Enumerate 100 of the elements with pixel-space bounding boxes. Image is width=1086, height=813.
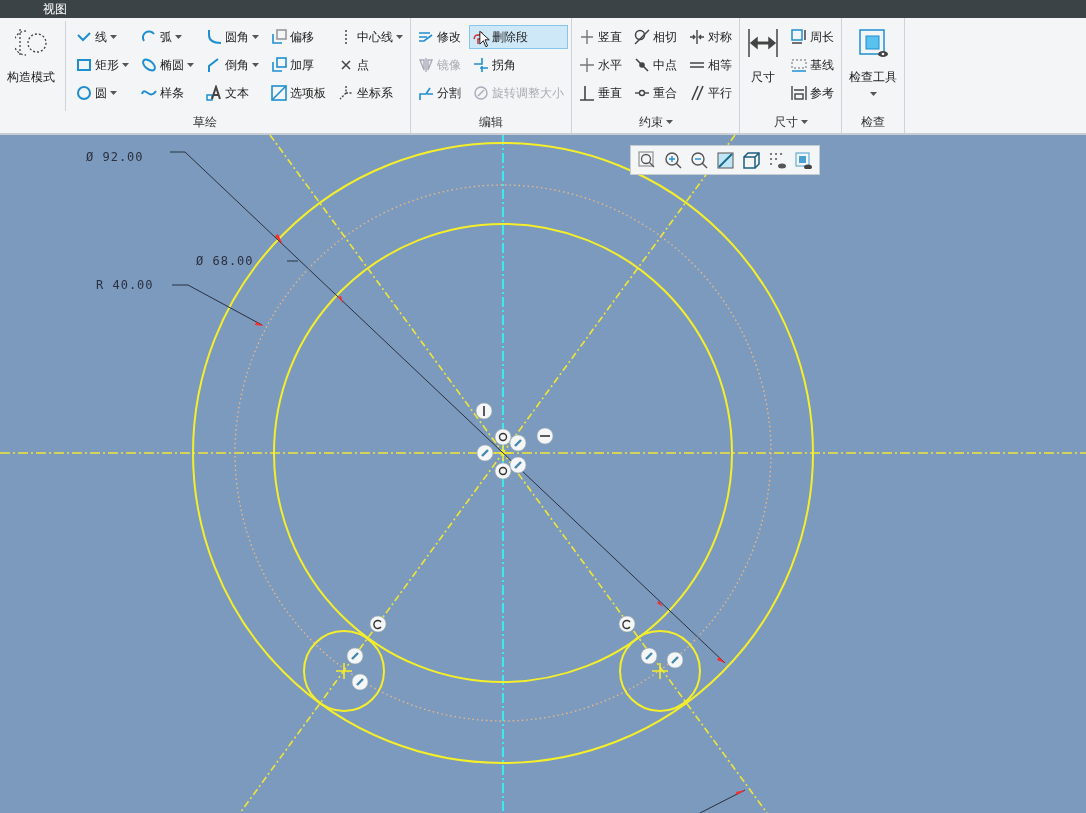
dimension-icon (747, 27, 779, 59)
grid-display-icon[interactable] (767, 150, 787, 170)
ribbon-button[interactable]: 偏移 (267, 25, 330, 49)
parallel-icon (689, 85, 705, 101)
horizontal-icon (579, 57, 595, 73)
offset-icon (271, 29, 287, 45)
corner-icon (473, 57, 489, 73)
modify-icon (418, 29, 434, 45)
caret-icon (175, 35, 182, 39)
thicken-icon (271, 57, 287, 73)
zoom-fit-icon[interactable] (637, 150, 657, 170)
caret-icon (869, 92, 877, 96)
ribbon-button[interactable]: 垂直 (575, 81, 626, 105)
dimension-line (699, 789, 746, 813)
ribbon-button[interactable]: 重合 (630, 81, 681, 105)
center-cross-icon (651, 662, 669, 680)
ribbon-button[interactable]: 参考 (787, 81, 838, 105)
baseline-icon (791, 57, 807, 73)
caret-icon (187, 63, 194, 67)
fillet-icon (206, 29, 222, 45)
shading-icon[interactable] (715, 150, 735, 170)
group-label[interactable]: 草绘 (189, 111, 221, 133)
ribbon-button[interactable]: 样条 (137, 81, 198, 105)
mirror-icon (418, 57, 434, 73)
ellipse-icon (141, 57, 157, 73)
dimension-label: Ø 92.00 (86, 149, 144, 164)
ribbon-button[interactable]: 选项板 (267, 81, 330, 105)
center-cross-icon (494, 444, 512, 462)
circle-icon (76, 85, 92, 101)
ribbon-button[interactable]: 弧 (137, 25, 198, 49)
ribbon-button[interactable]: 加厚 (267, 53, 330, 77)
constraint-marker-icon (618, 615, 636, 633)
cube-icon[interactable] (741, 150, 761, 170)
rectangle-icon (76, 57, 92, 73)
perimeter-icon (791, 29, 807, 45)
text-tool-icon (206, 85, 222, 101)
group-label[interactable]: 尺寸 (769, 111, 812, 133)
ribbon-button[interactable]: 矩形 (72, 53, 133, 77)
ribbon-button[interactable]: 相等 (685, 53, 736, 77)
caret-icon (110, 35, 117, 39)
ribbon-button[interactable]: 文本 (202, 81, 263, 105)
constraint-marker-icon (346, 647, 364, 665)
ribbon-large-button[interactable]: 尺寸 (743, 25, 783, 111)
caret-icon (252, 35, 259, 39)
zoom-in-icon[interactable] (663, 150, 683, 170)
axes-icon (338, 85, 354, 101)
center-cross-icon (335, 662, 353, 680)
constraint-marker-icon (536, 427, 554, 445)
dimension-label: Ø 68.00 (196, 253, 254, 268)
constraint-marker-icon (666, 651, 684, 669)
vertical-icon (579, 29, 595, 45)
symmetric-icon (689, 29, 705, 45)
ribbon-button[interactable]: 平行 (685, 81, 736, 105)
mouse-pointer-icon (479, 30, 491, 48)
ribbon-button[interactable]: 基线 (787, 53, 838, 77)
ribbon-button[interactable]: 相切 (630, 25, 681, 49)
ribbon-button[interactable]: 分割 (414, 81, 465, 105)
constraint-marker-icon (476, 444, 494, 462)
ribbon-button[interactable]: 中心线 (334, 25, 407, 49)
dashed-line-icon (344, 29, 348, 45)
constraint-marker-icon (509, 456, 527, 474)
ribbon-large-button[interactable]: 构造模式 (3, 25, 59, 111)
ribbon-button[interactable]: 倒角 (202, 53, 263, 77)
zoom-out-icon[interactable] (689, 150, 709, 170)
ribbon-large-button[interactable]: 检查工具 (845, 25, 901, 111)
display-settings-icon[interactable] (793, 150, 813, 170)
ribbon-button[interactable]: 删除段 (469, 25, 568, 49)
midpoint-icon (634, 57, 650, 73)
ribbon-button[interactable]: 水平 (575, 53, 626, 77)
constraint-marker-icon (494, 462, 512, 480)
ribbon-button[interactable]: 拐角 (469, 53, 568, 77)
constraint-marker-icon (509, 434, 527, 452)
divide-icon (418, 85, 434, 101)
ribbon-button[interactable]: 周长 (787, 25, 838, 49)
menu-tab[interactable]: 视图 (43, 0, 67, 18)
group-label[interactable]: 编辑 (475, 111, 507, 133)
constraint-marker-icon (475, 402, 493, 420)
ribbon-button[interactable]: 圆 (72, 81, 133, 105)
group-label[interactable]: 检查 (857, 111, 889, 133)
caret-icon (252, 63, 259, 67)
constraint-marker-icon (494, 428, 512, 446)
ribbon-button[interactable]: 线 (72, 25, 133, 49)
caret-icon (800, 120, 808, 124)
ribbon-button[interactable]: 对称 (685, 25, 736, 49)
dimension-label: R 40.00 (96, 277, 154, 292)
ribbon-button[interactable]: 点 (334, 53, 407, 77)
constraint-marker-icon (351, 673, 369, 691)
palette-icon (271, 85, 287, 101)
ribbon-button[interactable]: 坐标系 (334, 81, 407, 105)
construction-mode-icon (15, 27, 47, 59)
ribbon-button[interactable]: 修改 (414, 25, 465, 49)
ribbon-button[interactable]: 竖直 (575, 25, 626, 49)
ribbon-button[interactable]: 圆角 (202, 25, 263, 49)
tangent-icon (634, 29, 650, 45)
group-label[interactable]: 约束 (634, 111, 677, 133)
perpendicular-icon (579, 85, 595, 101)
ribbon-button[interactable]: 椭圆 (137, 53, 198, 77)
reference-icon (791, 85, 807, 101)
caret-icon (665, 120, 673, 124)
ribbon-button[interactable]: 中点 (630, 53, 681, 77)
